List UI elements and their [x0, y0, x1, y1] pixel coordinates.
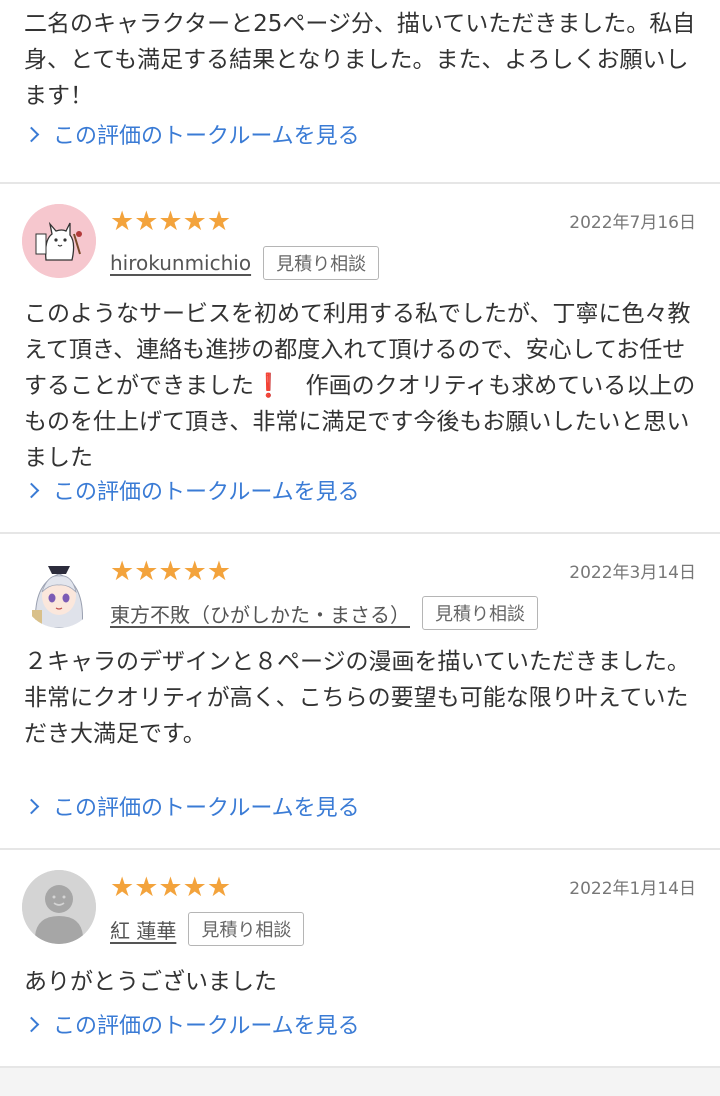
review-item: ★★★★★ 2022年3月14日 東方不敗（ひがしかた・まさる） 見積り相談 ２… — [0, 534, 720, 850]
talkroom-link-label: この評価のトークルームを見る — [53, 480, 360, 505]
review-header: ★★★★★ 2022年3月14日 東方不敗（ひがしかた・まさる） 見積り相談 — [0, 554, 720, 638]
user-row: 東方不敗（ひがしかた・まさる） 見積り相談 — [110, 596, 538, 630]
reviews-page: 二名のキャラクターと25ページ分、描いていただきました。私自身、とても満足する結… — [0, 0, 720, 1096]
estimate-badge[interactable]: 見積り相談 — [263, 246, 380, 280]
rating-stars: ★★★★★ — [110, 206, 232, 237]
username-link[interactable]: hirokunmichio — [110, 251, 251, 275]
talkroom-link[interactable]: この評価のトークルームを見る — [23, 474, 360, 506]
talkroom-link-label: この評価のトークルームを見る — [53, 796, 360, 821]
rating-stars: ★★★★★ — [110, 556, 232, 587]
talkroom-link-label: この評価のトークルームを見る — [53, 124, 360, 149]
review-item: ★★★★★ 2022年7月16日 hirokunmichio 見積り相談 このよ… — [0, 184, 720, 534]
review-date: 2022年1月14日 — [569, 879, 696, 899]
chevron-right-icon — [23, 126, 40, 142]
review-item: ★★★★★ 2022年1月14日 紅 蓮華 見積り相談 ありがとうございました … — [0, 850, 720, 1068]
username-link[interactable]: 東方不敗（ひがしかた・まさる） — [110, 599, 410, 628]
cat-character-avatar-icon[interactable] — [22, 204, 96, 278]
review-header: ★★★★★ 2022年1月14日 紅 蓮華 見積り相談 — [0, 870, 720, 954]
user-row: hirokunmichio 見積り相談 — [110, 246, 380, 280]
review-date: 2022年3月14日 — [569, 563, 696, 583]
review-body: ありがとうございました — [24, 969, 277, 995]
username-link[interactable]: 紅 蓮華 — [110, 915, 176, 944]
talkroom-link-label: この評価のトークルームを見る — [53, 1014, 360, 1039]
review-header: ★★★★★ 2022年7月16日 hirokunmichio 見積り相談 — [0, 204, 720, 288]
user-row: 紅 蓮華 見積り相談 — [110, 912, 305, 946]
review-item: 二名のキャラクターと25ページ分、描いていただきました。私自身、とても満足する結… — [0, 0, 720, 184]
rating-stars: ★★★★★ — [110, 872, 232, 903]
talkroom-link[interactable]: この評価のトークルームを見る — [23, 118, 720, 150]
default-user-avatar-icon[interactable] — [22, 870, 96, 944]
page-bottom-spacer — [0, 1068, 720, 1096]
anime-girl-avatar-icon[interactable] — [22, 554, 96, 628]
talkroom-link[interactable]: この評価のトークルームを見る — [23, 1008, 360, 1040]
review-body: ２キャラのデザインと８ページの漫画を描いていただきました。 非常にクオリティが高… — [24, 649, 690, 747]
estimate-badge[interactable]: 見積り相談 — [422, 596, 538, 630]
review-date: 2022年7月16日 — [569, 213, 696, 233]
review-body: このようなサービスを初めて利用する私でしたが、丁寧に色々教えて頂き、連絡も進捗の… — [24, 301, 696, 471]
chevron-right-icon — [23, 1016, 40, 1032]
chevron-right-icon — [23, 798, 40, 814]
chevron-right-icon — [23, 482, 40, 498]
estimate-badge[interactable]: 見積り相談 — [188, 912, 305, 946]
review-body: 二名のキャラクターと25ページ分、描いていただきました。私自身、とても満足する結… — [24, 11, 696, 106]
talkroom-link[interactable]: この評価のトークルームを見る — [23, 790, 360, 822]
